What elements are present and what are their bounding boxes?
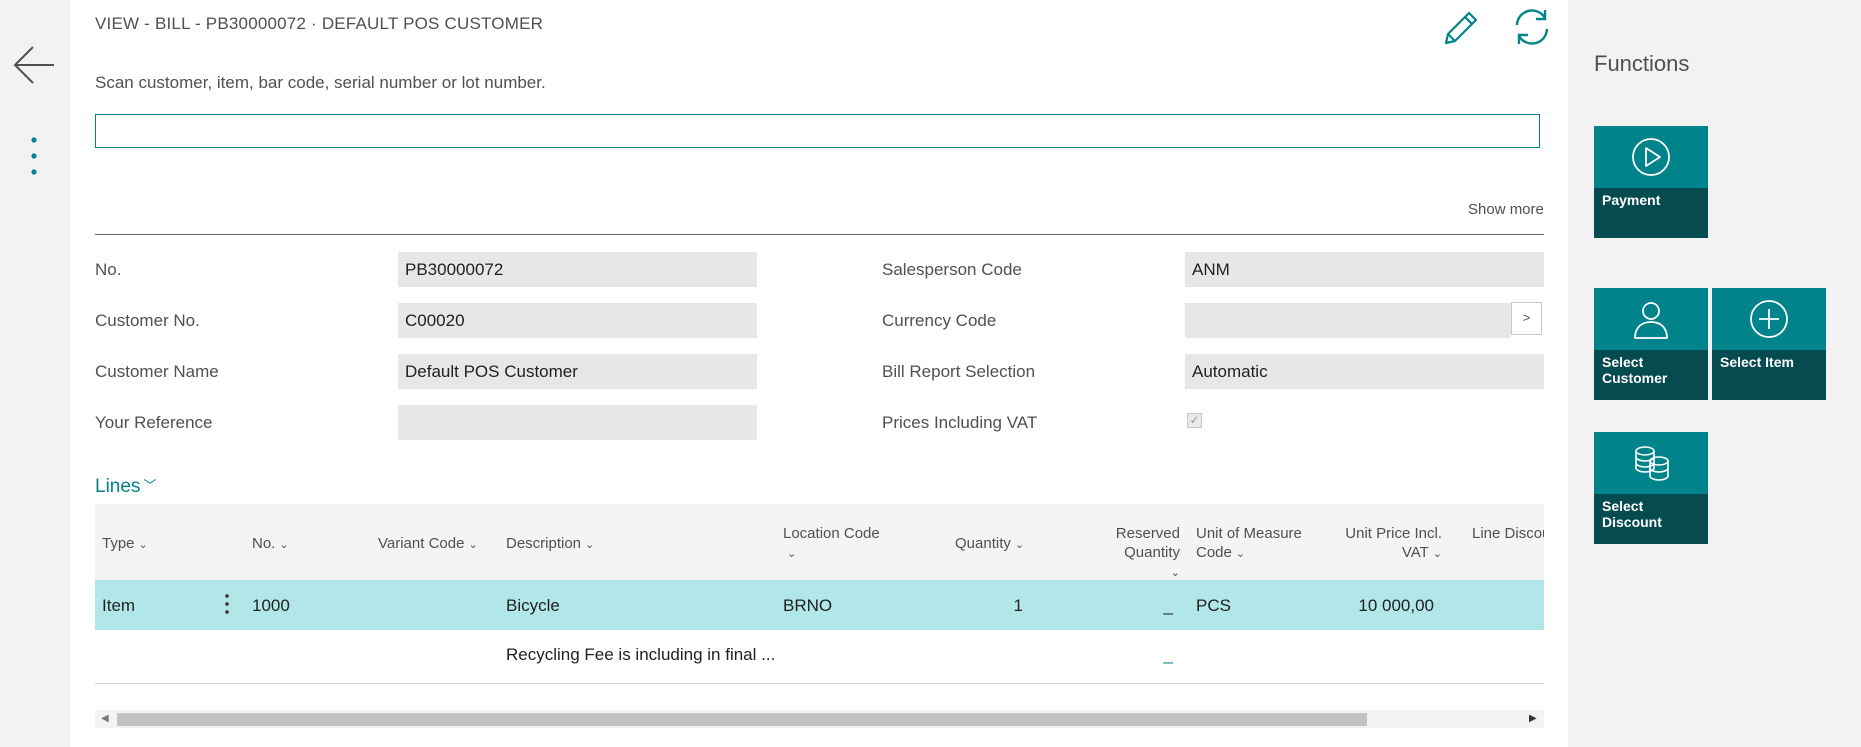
back-arrow-icon[interactable] xyxy=(12,45,56,85)
cell-location-code[interactable]: BRNO xyxy=(783,596,832,616)
salesperson-code-label: Salesperson Code xyxy=(882,260,1022,279)
column-header-location-code[interactable]: Location Code ⌄ xyxy=(783,524,880,564)
select-discount-tile[interactable]: Select Discount xyxy=(1594,432,1708,544)
chevron-down-icon: ⌄ xyxy=(1432,548,1442,560)
scan-input[interactable] xyxy=(95,114,1540,148)
cell-description[interactable]: Bicycle xyxy=(506,596,560,616)
lines-section-toggle[interactable]: Lines ﹀ xyxy=(95,475,156,498)
cell-reserved-quantity[interactable]: _ xyxy=(1095,596,1173,616)
your-reference-field[interactable] xyxy=(398,405,757,440)
column-header-type[interactable]: Type ⌄ xyxy=(102,534,148,555)
lines-table: Type ⌄ No. ⌄ Variant Code ⌄ Description ⌄ Lo… xyxy=(95,504,1544,730)
section-divider xyxy=(95,234,1544,235)
cell-quantity[interactable]: 1 xyxy=(955,596,1023,616)
column-header-reserved-quantity[interactable]: Reserved Quantity ⌄ xyxy=(1060,524,1180,583)
chevron-down-icon: ⌄ xyxy=(585,539,595,551)
cell-type[interactable]: Item xyxy=(102,596,135,616)
currency-code-field[interactable] xyxy=(1185,303,1511,338)
horizontal-scrollbar[interactable]: ◀ ▶ xyxy=(95,710,1544,728)
column-header-unit-price-incl-vat[interactable]: Unit Price Incl. VAT ⌄ xyxy=(1328,524,1442,564)
show-more-link[interactable]: Show more xyxy=(1468,201,1544,218)
more-options-icon[interactable] xyxy=(22,135,42,183)
currency-lookup-button[interactable]: > xyxy=(1511,302,1542,335)
main-content: VIEW - BILL - PB30000072 · DEFAULT POS C… xyxy=(70,0,1568,747)
select-customer-label: Select Customer xyxy=(1602,354,1668,386)
chevron-down-icon: ⌄ xyxy=(1014,539,1025,551)
page-title: VIEW - BILL - PB30000072 · DEFAULT POS C… xyxy=(95,14,544,33)
functions-panel: Functions Payment Select Customer Select… xyxy=(1568,0,1861,747)
select-customer-tile[interactable]: Select Customer xyxy=(1594,288,1708,400)
chevron-down-icon: ⌄ xyxy=(138,539,148,551)
edit-pencil-icon[interactable] xyxy=(1438,5,1482,49)
lines-heading: Lines xyxy=(95,476,141,497)
payment-label: Payment xyxy=(1602,192,1661,208)
salesperson-code-field[interactable]: ANM xyxy=(1185,252,1544,287)
chevron-down-icon: ﹀ xyxy=(143,478,157,493)
person-icon xyxy=(1634,302,1668,339)
bill-report-selection-label: Bill Report Selection xyxy=(882,362,1036,381)
refresh-icon[interactable] xyxy=(1510,5,1554,49)
left-rail xyxy=(0,0,70,747)
cell-no[interactable]: 1000 xyxy=(252,596,290,616)
customer-name-label: Customer Name xyxy=(95,362,219,381)
scan-instruction-label: Scan customer, item, bar code, serial nu… xyxy=(95,73,546,92)
column-header-no[interactable]: No. ⌄ xyxy=(252,534,289,555)
column-header-quantity[interactable]: Quantity ⌄ xyxy=(955,534,1024,555)
no-field[interactable]: PB30000072 xyxy=(398,252,757,287)
bill-report-selection-field[interactable]: Automatic xyxy=(1185,354,1544,389)
chevron-down-icon: ⌄ xyxy=(1235,548,1246,560)
select-item-label: Select Item xyxy=(1720,354,1794,370)
coins-icon xyxy=(1635,446,1669,481)
functions-title: Functions xyxy=(1594,51,1690,76)
no-label: No. xyxy=(95,260,122,279)
customer-no-field[interactable]: C00020 xyxy=(398,303,757,338)
table-header: Type ⌄ No. ⌄ Variant Code ⌄ Description ⌄ Lo… xyxy=(95,504,1544,580)
chevron-down-icon: ⌄ xyxy=(468,539,478,551)
table-row[interactable]: Item 1000 Bicycle BRNO 1 _ PCS 10 000,00 xyxy=(95,580,1544,630)
payment-tile[interactable]: Payment xyxy=(1594,126,1708,238)
plus-circle-icon xyxy=(1750,300,1788,338)
select-discount-label: Select Discount xyxy=(1602,498,1662,530)
chevron-down-icon: ⌄ xyxy=(787,548,797,560)
chevron-down-icon: ⌄ xyxy=(1170,567,1180,579)
cell-unit-of-measure-code[interactable]: PCS xyxy=(1196,596,1231,616)
column-header-variant-code[interactable]: Variant Code ⌄ xyxy=(378,534,478,555)
cell-reserved-quantity[interactable]: _ xyxy=(1095,645,1173,665)
chevron-down-icon: ⌄ xyxy=(279,539,289,551)
currency-code-label: Currency Code xyxy=(882,311,997,330)
scroll-right-icon[interactable]: ▶ xyxy=(1529,713,1537,724)
select-item-tile[interactable]: Select Item xyxy=(1712,288,1826,400)
cell-unit-price-incl-vat[interactable]: 10 000,00 xyxy=(1328,596,1434,616)
your-reference-label: Your Reference xyxy=(95,413,213,432)
row-actions-icon[interactable] xyxy=(221,592,233,618)
column-header-unit-of-measure-code[interactable]: Unit of Measure Code ⌄ xyxy=(1196,524,1302,564)
table-row[interactable]: Recycling Fee is including in final ... … xyxy=(95,630,1544,684)
cell-description[interactable]: Recycling Fee is including in final ... xyxy=(506,645,775,665)
column-header-line-discount[interactable]: Line Discou xyxy=(1472,524,1544,543)
column-header-description[interactable]: Description ⌄ xyxy=(506,534,594,555)
play-circle-icon xyxy=(1632,138,1670,176)
prices-including-vat-label: Prices Including VAT xyxy=(882,413,1038,432)
customer-no-label: Customer No. xyxy=(95,311,200,330)
scrollbar-thumb[interactable] xyxy=(117,713,1367,726)
customer-name-field[interactable]: Default POS Customer xyxy=(398,354,757,389)
scroll-left-icon[interactable]: ◀ xyxy=(101,713,109,724)
prices-including-vat-checkbox[interactable]: ✓ xyxy=(1187,413,1202,428)
